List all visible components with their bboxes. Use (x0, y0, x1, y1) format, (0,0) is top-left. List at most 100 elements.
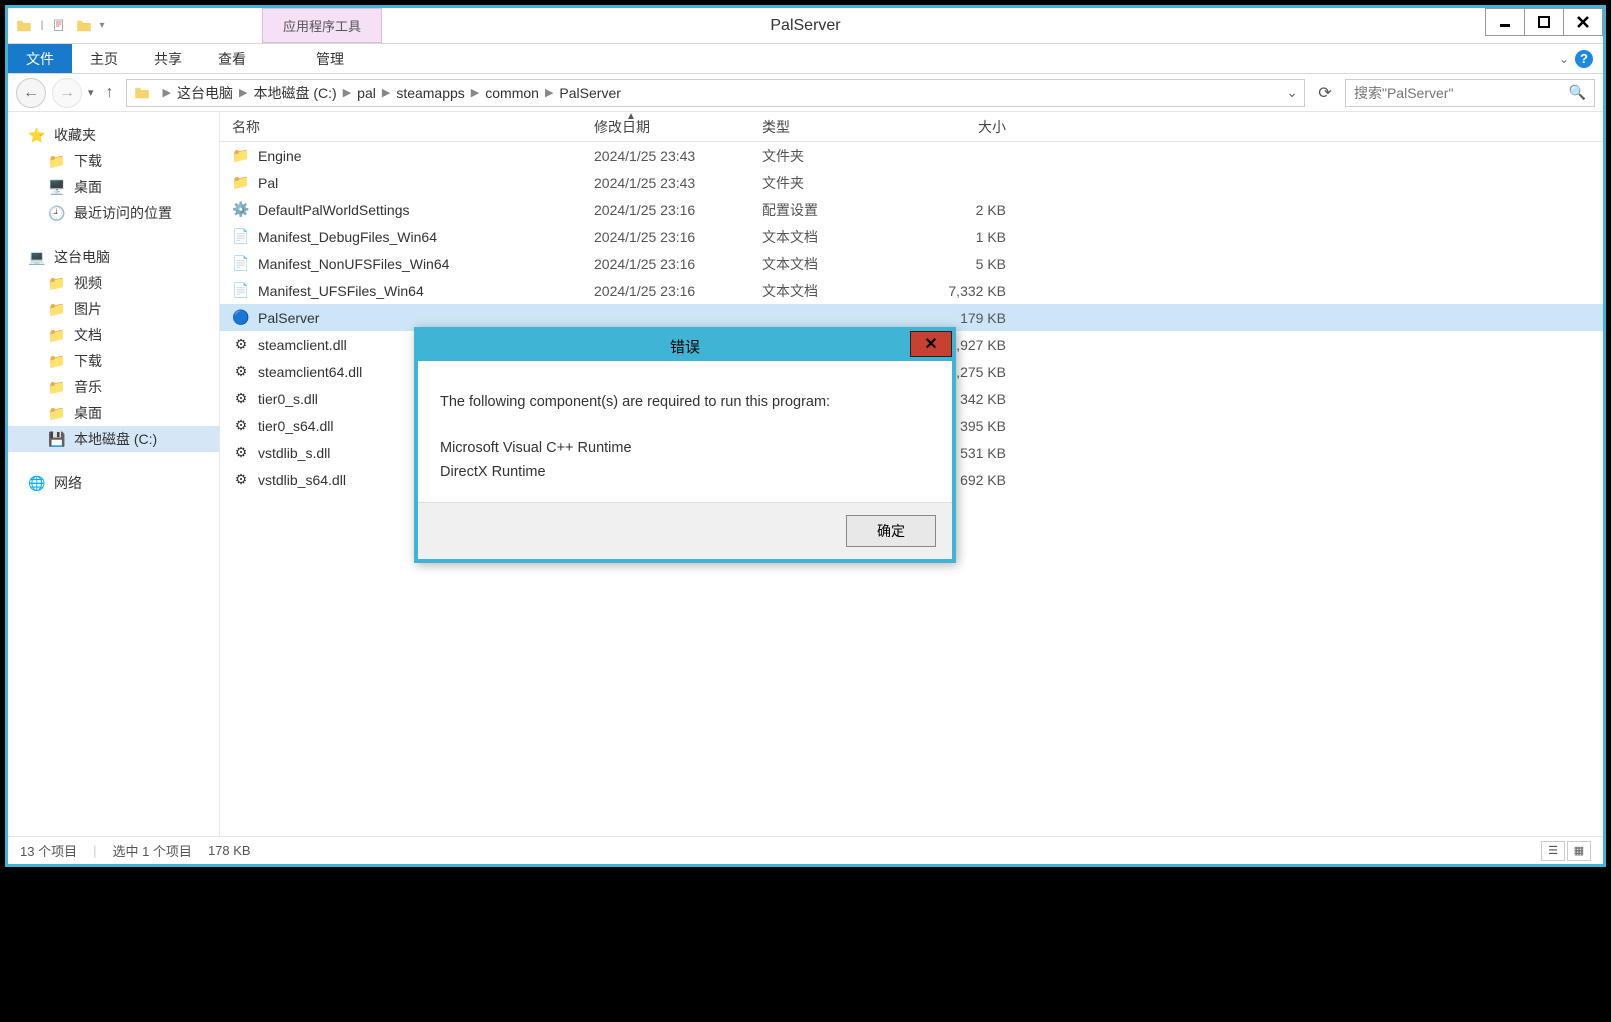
breadcrumb[interactable]: ▶ 这台电脑 ▶ 本地磁盘 (C:) ▶ pal ▶ steamapps ▶ c… (126, 79, 1305, 107)
sidebar-item-downloads[interactable]: 📁下载 (8, 148, 219, 174)
file-name: tier0_s.dll (258, 391, 318, 407)
chevron-right-icon[interactable]: ▶ (337, 86, 357, 99)
file-row[interactable]: 📁Pal2024/1/25 23:43文件夹 (220, 169, 1603, 196)
file-type: 文本文档 (750, 254, 918, 274)
dialog-titlebar[interactable]: 错误 ✕ (418, 331, 952, 361)
refresh-button[interactable]: ⟳ (1311, 79, 1339, 107)
contextual-tab-label: 应用程序工具 (262, 8, 382, 43)
file-row[interactable]: 📄Manifest_DebugFiles_Win642024/1/25 23:1… (220, 223, 1603, 250)
file-name: Manifest_NonUFSFiles_Win64 (258, 256, 449, 272)
dll-icon: ⚙ (232, 363, 250, 381)
chevron-right-icon[interactable]: ▶ (233, 86, 253, 99)
new-folder-icon[interactable] (74, 16, 94, 36)
sidebar-item-pictures[interactable]: 📁图片 (8, 296, 219, 322)
sidebar-computer[interactable]: 💻这台电脑 (8, 244, 219, 270)
column-name[interactable]: 名称 (220, 117, 582, 137)
file-row[interactable]: 📁Engine2024/1/25 23:43文件夹 (220, 142, 1603, 169)
sidebar-item-desktop2[interactable]: 📁桌面 (8, 400, 219, 426)
exe-icon: 🔵 (232, 309, 250, 327)
minimize-button[interactable] (1485, 8, 1525, 36)
tab-share[interactable]: 共享 (136, 44, 200, 73)
ribbon-expand-icon[interactable]: ⌄ (1559, 52, 1569, 66)
view-details-button[interactable]: ☰ (1541, 841, 1565, 861)
file-row[interactable]: 📄Manifest_NonUFSFiles_Win642024/1/25 23:… (220, 250, 1603, 277)
sidebar-item-desktop[interactable]: 🖥️桌面 (8, 174, 219, 200)
file-size: 7,332 KB (918, 283, 1018, 299)
file-type: 文本文档 (750, 281, 918, 301)
help-icon[interactable]: ? (1575, 50, 1593, 68)
navigation-pane: ⭐收藏夹 📁下载 🖥️桌面 🕘最近访问的位置 💻这台电脑 📁视频 📁图片 📁文档… (8, 112, 220, 836)
file-row[interactable]: 📄Manifest_UFSFiles_Win642024/1/25 23:16文… (220, 277, 1603, 304)
history-dropdown-icon[interactable]: ▾ (88, 86, 94, 99)
dialog-close-button[interactable]: ✕ (910, 331, 952, 357)
sidebar-item-downloads2[interactable]: 📁下载 (8, 348, 219, 374)
folder-icon: 📁 (48, 300, 66, 318)
search-box[interactable]: 🔍 (1345, 79, 1595, 107)
breadcrumb-item[interactable]: steamapps (396, 85, 464, 101)
file-date: 2024/1/25 23:43 (582, 148, 750, 164)
up-button[interactable]: ↑ (100, 84, 120, 102)
star-icon: ⭐ (28, 126, 46, 144)
sidebar-favorites[interactable]: ⭐收藏夹 (8, 122, 219, 148)
address-bar: ← → ▾ ↑ ▶ 这台电脑 ▶ 本地磁盘 (C:) ▶ pal ▶ steam… (8, 74, 1603, 112)
column-size[interactable]: 大小 (918, 117, 1018, 137)
sidebar-item-videos[interactable]: 📁视频 (8, 270, 219, 296)
text-icon: 📄 (232, 255, 250, 273)
folder-icon: 📁 (48, 352, 66, 370)
maximize-button[interactable] (1524, 8, 1564, 36)
forward-button[interactable]: → (52, 78, 82, 108)
tab-home[interactable]: 主页 (72, 44, 136, 73)
sidebar-item-music[interactable]: 📁音乐 (8, 374, 219, 400)
folder-icon (133, 84, 151, 102)
sidebar-item-recent[interactable]: 🕘最近访问的位置 (8, 200, 219, 226)
view-icons-button[interactable]: ▦ (1567, 841, 1591, 861)
back-button[interactable]: ← (16, 78, 46, 108)
dll-icon: ⚙ (232, 417, 250, 435)
properties-icon[interactable] (50, 16, 70, 36)
tab-file[interactable]: 文件 (8, 44, 72, 73)
status-selected: 选中 1 个项目 (112, 841, 191, 860)
chevron-right-icon[interactable]: ▶ (465, 86, 485, 99)
chevron-right-icon[interactable]: ▶ (157, 86, 177, 99)
column-type[interactable]: 类型 (750, 117, 918, 137)
column-date[interactable]: 修改日期 (582, 117, 750, 137)
text-icon: 📄 (232, 282, 250, 300)
text-icon: 📄 (232, 228, 250, 246)
address-dropdown-icon[interactable]: ⌄ (1286, 84, 1298, 101)
breadcrumb-item[interactable]: common (485, 85, 539, 101)
window-title: PalServer (770, 8, 840, 44)
file-size: 2 KB (918, 202, 1018, 218)
dialog-component-1: Microsoft Visual C++ Runtime (440, 437, 930, 460)
qat-dropdown-icon[interactable]: ▾ (98, 20, 106, 31)
sidebar-network[interactable]: 🌐网络 (8, 470, 219, 496)
chevron-right-icon[interactable]: ▶ (539, 86, 559, 99)
file-type: 文本文档 (750, 227, 918, 247)
folder-icon: 📁 (48, 378, 66, 396)
sidebar-item-documents[interactable]: 📁文档 (8, 322, 219, 348)
tab-manage[interactable]: 管理 (298, 44, 362, 73)
breadcrumb-item[interactable]: PalServer (559, 85, 620, 101)
file-date: 2024/1/25 23:16 (582, 229, 750, 245)
close-button[interactable] (1563, 8, 1603, 36)
sidebar-item-localdisk-c[interactable]: 💾本地磁盘 (C:) (8, 426, 219, 452)
chevron-right-icon[interactable]: ▶ (376, 86, 396, 99)
search-icon[interactable]: 🔍 (1569, 84, 1586, 101)
file-name: tier0_s64.dll (258, 418, 334, 434)
tab-view[interactable]: 查看 (200, 44, 264, 73)
file-name: PalServer (258, 310, 319, 326)
search-input[interactable] (1354, 85, 1569, 101)
breadcrumb-item[interactable]: pal (357, 85, 376, 101)
file-type: 配置设置 (750, 200, 918, 220)
file-type: 文件夹 (750, 173, 918, 193)
dialog-component-2: DirectX Runtime (440, 461, 930, 484)
breadcrumb-item[interactable]: 这台电脑 (177, 83, 233, 103)
file-name: Engine (258, 148, 302, 164)
breadcrumb-item[interactable]: 本地磁盘 (C:) (253, 83, 336, 103)
ok-button[interactable]: 确定 (846, 515, 936, 547)
file-name: vstdlib_s64.dll (258, 472, 346, 488)
file-name: Pal (258, 175, 278, 191)
network-icon: 🌐 (28, 474, 46, 492)
dll-icon: ⚙ (232, 444, 250, 462)
dialog-body: The following component(s) are required … (418, 361, 952, 502)
file-row[interactable]: ⚙️DefaultPalWorldSettings2024/1/25 23:16… (220, 196, 1603, 223)
